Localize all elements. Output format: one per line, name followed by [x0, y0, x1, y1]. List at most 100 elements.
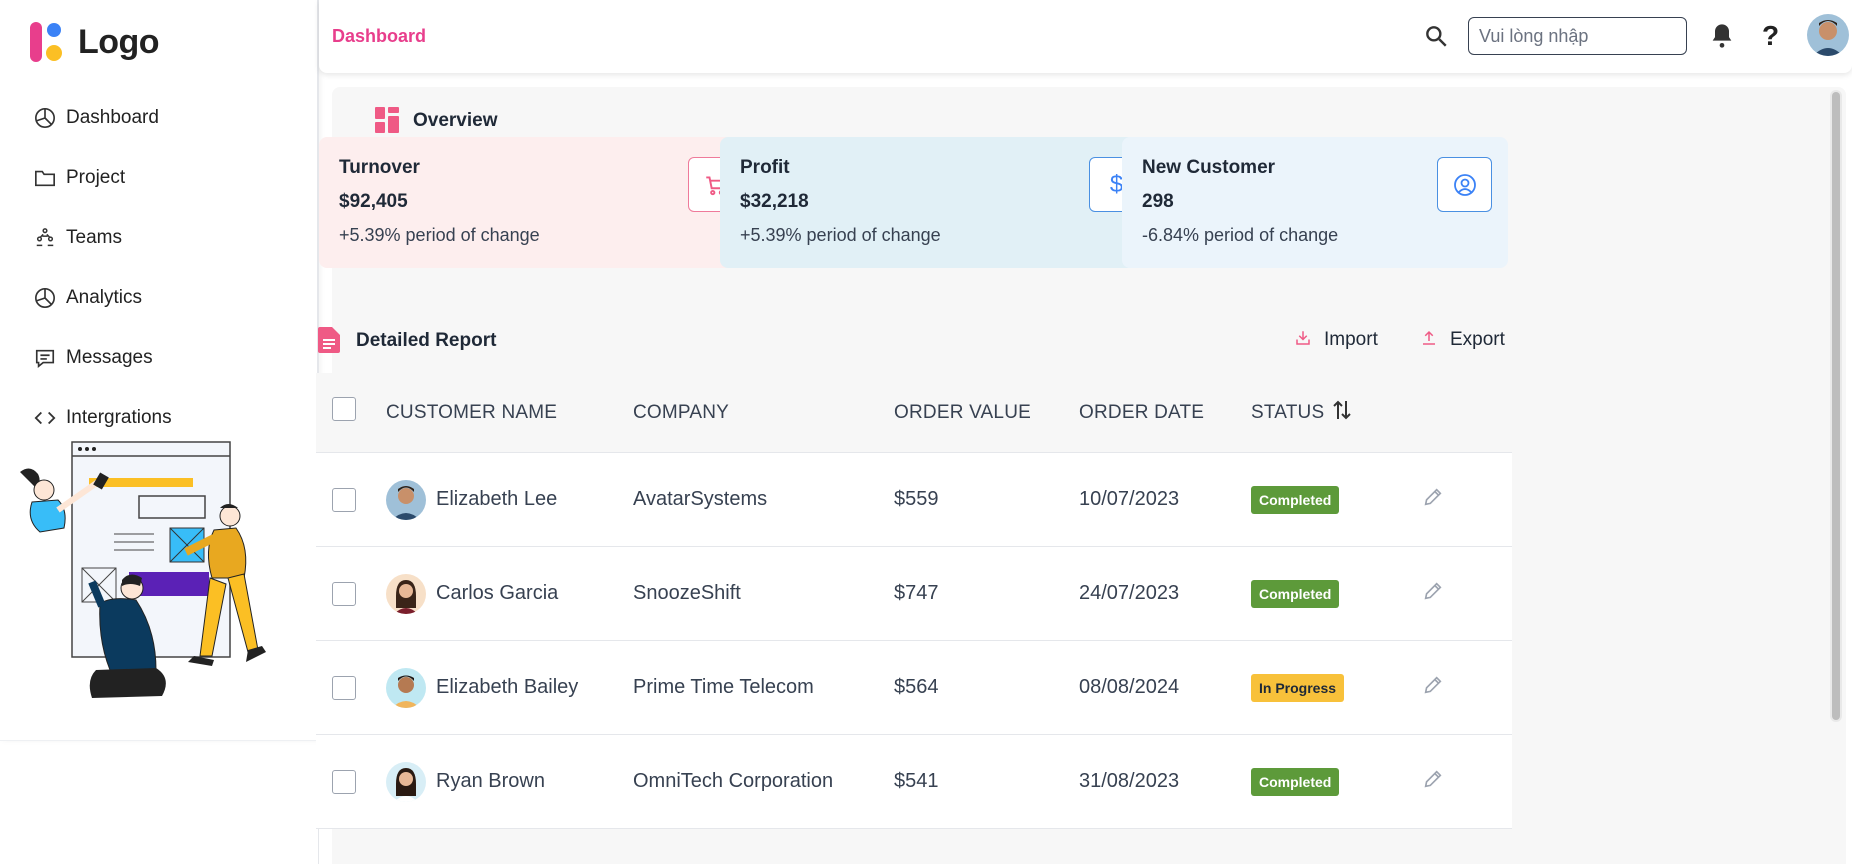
order-value: $747: [894, 582, 939, 604]
avatar: [386, 573, 426, 614]
bell-icon[interactable]: [1708, 22, 1738, 52]
main-scrollbar[interactable]: [1830, 90, 1842, 722]
sidebar-item-label: Project: [66, 167, 126, 188]
customer-name: Elizabeth Bailey: [436, 676, 579, 698]
card-value: $32,218: [740, 191, 809, 212]
search-input[interactable]: [1468, 17, 1687, 55]
team-illustration: [14, 438, 294, 733]
logo[interactable]: Logo: [28, 20, 160, 64]
dashboard-grid-icon: [375, 107, 401, 135]
export-icon: [1420, 329, 1440, 351]
import-button[interactable]: Import: [1294, 329, 1378, 351]
order-value: $541: [894, 770, 939, 792]
search-icon[interactable]: [1423, 23, 1451, 51]
scrollbar-thumb[interactable]: [1832, 92, 1840, 720]
table-header: CUSTOMER NAME COMPANY ORDER VALUE ORDER …: [316, 373, 1512, 453]
overview-title: Overview: [375, 107, 498, 135]
folder-icon: [32, 165, 58, 191]
user-circle-icon: [1437, 157, 1492, 212]
row-checkbox[interactable]: [332, 770, 356, 794]
card-change: +5.39% period of change: [740, 225, 941, 245]
order-date: 08/08/2024: [1079, 676, 1180, 698]
row-checkbox[interactable]: [332, 676, 356, 700]
order-date: 31/08/2023: [1079, 770, 1180, 792]
sidebar-item-label: Dashboard: [66, 107, 159, 128]
customer-cell: Elizabeth Lee: [386, 479, 558, 520]
customer-name: Elizabeth Lee: [436, 488, 558, 510]
card-profit: Profit $32,218 +5.39% period of change $: [720, 137, 1164, 268]
code-icon: [32, 405, 58, 431]
detailed-report-title-text: Detailed Report: [356, 330, 497, 351]
user-avatar[interactable]: [1807, 14, 1849, 56]
card-change: +5.39% period of change: [339, 225, 540, 245]
company: Prime Time Telecom: [633, 676, 814, 698]
status-badge: In Progress: [1251, 673, 1345, 702]
card-change: -6.84% period of change: [1142, 225, 1339, 245]
message-icon: [32, 345, 58, 371]
customer-name: Carlos Garcia: [436, 582, 559, 604]
export-button[interactable]: Export: [1420, 329, 1505, 351]
sidebar-item-analytics[interactable]: Analytics: [32, 268, 302, 328]
overview-title-text: Overview: [413, 110, 498, 131]
report-table: CUSTOMER NAME COMPANY ORDER VALUE ORDER …: [316, 373, 1512, 829]
avatar: [386, 667, 426, 708]
col-status-header[interactable]: STATUS: [1251, 399, 1352, 426]
detailed-report-title: Detailed Report: [318, 327, 496, 355]
help-icon[interactable]: ?: [1762, 20, 1779, 52]
breadcrumb[interactable]: Dashboard: [332, 26, 426, 47]
status-badge: Completed: [1251, 579, 1340, 608]
table-row[interactable]: Ryan Brown OmniTech Corporation $541 31/…: [316, 735, 1512, 829]
status-badge: Completed: [1251, 485, 1340, 514]
col-company[interactable]: COMPANY: [633, 402, 729, 424]
table-row[interactable]: Elizabeth Bailey Prime Time Telecom $564…: [316, 641, 1512, 735]
pencil-icon[interactable]: [1422, 580, 1444, 607]
table-row[interactable]: Carlos Garcia SnoozeShift $747 24/07/202…: [316, 547, 1512, 641]
sidebar-item-label: Teams: [66, 227, 122, 248]
row-checkbox[interactable]: [332, 582, 356, 606]
pencil-icon[interactable]: [1422, 486, 1444, 513]
pie-chart-icon: [32, 105, 58, 131]
company: OmniTech Corporation: [633, 770, 834, 792]
export-label: Export: [1450, 329, 1505, 350]
pencil-icon[interactable]: [1422, 768, 1444, 795]
sidebar-item-teams[interactable]: Teams: [32, 208, 302, 268]
sidebar-item-dashboard[interactable]: Dashboard: [32, 88, 302, 148]
customer-cell: Elizabeth Bailey: [386, 667, 579, 708]
order-date: 10/07/2023: [1079, 488, 1180, 510]
select-all-checkbox[interactable]: [332, 397, 356, 421]
card-title: Turnover: [339, 157, 420, 178]
sidebar-item-label: Intergrations: [66, 407, 172, 428]
top-header: Dashboard ?: [319, 0, 1852, 73]
order-date: 24/07/2023: [1079, 582, 1180, 604]
pencil-icon[interactable]: [1422, 674, 1444, 701]
customer-cell: Carlos Garcia: [386, 573, 559, 614]
table-row[interactable]: Elizabeth Lee AvatarSystems $559 10/07/2…: [316, 453, 1512, 547]
sort-icon[interactable]: [1332, 399, 1352, 426]
card-value: $92,405: [339, 191, 408, 212]
col-order-value[interactable]: ORDER VALUE: [894, 402, 1031, 424]
customer-name: Ryan Brown: [436, 770, 545, 792]
sidebar-nav: Dashboard Project Teams Analytics Messag…: [32, 88, 302, 448]
card-turnover: Turnover $92,405 +5.39% period of change: [319, 137, 763, 268]
logo-text: Logo: [78, 22, 160, 61]
sidebar-item-messages[interactable]: Messages: [32, 328, 302, 388]
pie-chart-icon: [32, 285, 58, 311]
col-order-date[interactable]: ORDER DATE: [1079, 402, 1204, 424]
card-title: Profit: [740, 157, 790, 178]
document-icon: [318, 327, 344, 355]
sidebar-item-project[interactable]: Project: [32, 148, 302, 208]
sidebar-item-label: Analytics: [66, 287, 143, 308]
import-label: Import: [1324, 329, 1378, 350]
company: AvatarSystems: [633, 488, 768, 510]
row-checkbox[interactable]: [332, 488, 356, 512]
col-customer-name[interactable]: CUSTOMER NAME: [386, 402, 557, 424]
sidebar: Logo Dashboard Project Teams Analytics M…: [0, 0, 318, 740]
logo-mark-icon: [28, 20, 68, 64]
avatar: [386, 479, 426, 520]
sidebar-item-label: Messages: [66, 347, 153, 368]
status-badge: Completed: [1251, 767, 1340, 796]
avatar: [386, 761, 426, 802]
col-status: STATUS: [1251, 401, 1325, 423]
order-value: $564: [894, 676, 939, 698]
card-new-customer: New Customer 298 -6.84% period of change: [1122, 137, 1508, 268]
